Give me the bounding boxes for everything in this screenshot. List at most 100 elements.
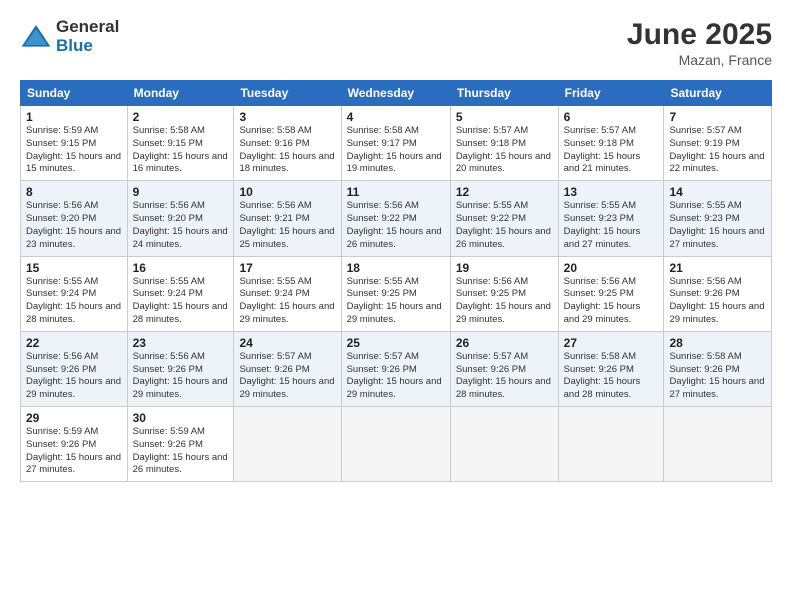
month-title: June 2025 <box>627 18 772 52</box>
table-row: 5 Sunrise: 5:57 AMSunset: 9:18 PMDayligh… <box>450 106 558 181</box>
day-number: 27 <box>564 336 659 350</box>
col-saturday: Saturday <box>664 81 772 106</box>
logo-icon <box>20 21 52 53</box>
day-info: Sunrise: 5:59 AMSunset: 9:26 PMDaylight:… <box>133 426 229 477</box>
table-row: 28 Sunrise: 5:58 AMSunset: 9:26 PMDaylig… <box>664 331 772 406</box>
table-row: 12 Sunrise: 5:55 AMSunset: 9:22 PMDaylig… <box>450 181 558 256</box>
day-info: Sunrise: 5:57 AMSunset: 9:26 PMDaylight:… <box>456 351 553 402</box>
logo: General Blue <box>20 18 119 55</box>
day-number: 25 <box>347 336 445 350</box>
table-row: 21 Sunrise: 5:56 AMSunset: 9:26 PMDaylig… <box>664 256 772 331</box>
table-row: 22 Sunrise: 5:56 AMSunset: 9:26 PMDaylig… <box>21 331 128 406</box>
empty-cell <box>450 407 558 482</box>
header: General Blue June 2025 Mazan, France <box>20 18 772 68</box>
table-row: 9 Sunrise: 5:56 AMSunset: 9:20 PMDayligh… <box>127 181 234 256</box>
day-info: Sunrise: 5:55 AMSunset: 9:23 PMDaylight:… <box>669 200 766 251</box>
day-info: Sunrise: 5:58 AMSunset: 9:15 PMDaylight:… <box>133 125 229 176</box>
table-row: 26 Sunrise: 5:57 AMSunset: 9:26 PMDaylig… <box>450 331 558 406</box>
day-number: 17 <box>239 261 335 275</box>
day-number: 4 <box>347 110 445 124</box>
week-row: 22 Sunrise: 5:56 AMSunset: 9:26 PMDaylig… <box>21 331 772 406</box>
day-number: 7 <box>669 110 766 124</box>
day-info: Sunrise: 5:59 AMSunset: 9:15 PMDaylight:… <box>26 125 122 176</box>
day-info: Sunrise: 5:55 AMSunset: 9:24 PMDaylight:… <box>239 276 335 327</box>
table-row: 14 Sunrise: 5:55 AMSunset: 9:23 PMDaylig… <box>664 181 772 256</box>
table-row: 27 Sunrise: 5:58 AMSunset: 9:26 PMDaylig… <box>558 331 664 406</box>
day-info: Sunrise: 5:55 AMSunset: 9:25 PMDaylight:… <box>347 276 445 327</box>
day-number: 1 <box>26 110 122 124</box>
table-row: 20 Sunrise: 5:56 AMSunset: 9:25 PMDaylig… <box>558 256 664 331</box>
day-number: 3 <box>239 110 335 124</box>
calendar-table: Sunday Monday Tuesday Wednesday Thursday… <box>20 80 772 482</box>
day-info: Sunrise: 5:58 AMSunset: 9:16 PMDaylight:… <box>239 125 335 176</box>
day-info: Sunrise: 5:59 AMSunset: 9:26 PMDaylight:… <box>26 426 122 477</box>
day-info: Sunrise: 5:57 AMSunset: 9:18 PMDaylight:… <box>564 125 659 176</box>
day-number: 22 <box>26 336 122 350</box>
table-row: 18 Sunrise: 5:55 AMSunset: 9:25 PMDaylig… <box>341 256 450 331</box>
day-number: 16 <box>133 261 229 275</box>
day-number: 21 <box>669 261 766 275</box>
day-number: 8 <box>26 185 122 199</box>
empty-cell <box>234 407 341 482</box>
table-row: 3 Sunrise: 5:58 AMSunset: 9:16 PMDayligh… <box>234 106 341 181</box>
col-friday: Friday <box>558 81 664 106</box>
day-number: 18 <box>347 261 445 275</box>
day-number: 2 <box>133 110 229 124</box>
day-info: Sunrise: 5:58 AMSunset: 9:26 PMDaylight:… <box>669 351 766 402</box>
day-number: 30 <box>133 411 229 425</box>
col-wednesday: Wednesday <box>341 81 450 106</box>
day-number: 26 <box>456 336 553 350</box>
day-info: Sunrise: 5:58 AMSunset: 9:26 PMDaylight:… <box>564 351 659 402</box>
day-info: Sunrise: 5:56 AMSunset: 9:20 PMDaylight:… <box>133 200 229 251</box>
table-row: 16 Sunrise: 5:55 AMSunset: 9:24 PMDaylig… <box>127 256 234 331</box>
day-info: Sunrise: 5:58 AMSunset: 9:17 PMDaylight:… <box>347 125 445 176</box>
table-row: 7 Sunrise: 5:57 AMSunset: 9:19 PMDayligh… <box>664 106 772 181</box>
day-info: Sunrise: 5:57 AMSunset: 9:26 PMDaylight:… <box>347 351 445 402</box>
table-row: 17 Sunrise: 5:55 AMSunset: 9:24 PMDaylig… <box>234 256 341 331</box>
col-monday: Monday <box>127 81 234 106</box>
empty-cell <box>341 407 450 482</box>
day-info: Sunrise: 5:56 AMSunset: 9:21 PMDaylight:… <box>239 200 335 251</box>
location: Mazan, France <box>627 52 772 68</box>
day-number: 15 <box>26 261 122 275</box>
day-info: Sunrise: 5:55 AMSunset: 9:23 PMDaylight:… <box>564 200 659 251</box>
day-number: 20 <box>564 261 659 275</box>
day-info: Sunrise: 5:56 AMSunset: 9:26 PMDaylight:… <box>669 276 766 327</box>
col-tuesday: Tuesday <box>234 81 341 106</box>
day-number: 23 <box>133 336 229 350</box>
day-number: 6 <box>564 110 659 124</box>
table-row: 25 Sunrise: 5:57 AMSunset: 9:26 PMDaylig… <box>341 331 450 406</box>
table-row: 10 Sunrise: 5:56 AMSunset: 9:21 PMDaylig… <box>234 181 341 256</box>
day-info: Sunrise: 5:56 AMSunset: 9:25 PMDaylight:… <box>456 276 553 327</box>
day-number: 19 <box>456 261 553 275</box>
table-row: 29 Sunrise: 5:59 AMSunset: 9:26 PMDaylig… <box>21 407 128 482</box>
table-row: 11 Sunrise: 5:56 AMSunset: 9:22 PMDaylig… <box>341 181 450 256</box>
day-number: 5 <box>456 110 553 124</box>
day-number: 28 <box>669 336 766 350</box>
title-block: June 2025 Mazan, France <box>627 18 772 68</box>
table-row: 19 Sunrise: 5:56 AMSunset: 9:25 PMDaylig… <box>450 256 558 331</box>
col-thursday: Thursday <box>450 81 558 106</box>
week-row: 8 Sunrise: 5:56 AMSunset: 9:20 PMDayligh… <box>21 181 772 256</box>
day-info: Sunrise: 5:56 AMSunset: 9:20 PMDaylight:… <box>26 200 122 251</box>
table-row: 30 Sunrise: 5:59 AMSunset: 9:26 PMDaylig… <box>127 407 234 482</box>
day-info: Sunrise: 5:57 AMSunset: 9:26 PMDaylight:… <box>239 351 335 402</box>
day-number: 10 <box>239 185 335 199</box>
day-number: 14 <box>669 185 766 199</box>
header-row: Sunday Monday Tuesday Wednesday Thursday… <box>21 81 772 106</box>
day-info: Sunrise: 5:55 AMSunset: 9:24 PMDaylight:… <box>133 276 229 327</box>
logo-blue: Blue <box>56 37 119 56</box>
day-number: 12 <box>456 185 553 199</box>
empty-cell <box>664 407 772 482</box>
table-row: 15 Sunrise: 5:55 AMSunset: 9:24 PMDaylig… <box>21 256 128 331</box>
logo-text: General Blue <box>56 18 119 55</box>
day-number: 9 <box>133 185 229 199</box>
day-info: Sunrise: 5:55 AMSunset: 9:24 PMDaylight:… <box>26 276 122 327</box>
day-info: Sunrise: 5:56 AMSunset: 9:26 PMDaylight:… <box>26 351 122 402</box>
day-info: Sunrise: 5:56 AMSunset: 9:26 PMDaylight:… <box>133 351 229 402</box>
table-row: 8 Sunrise: 5:56 AMSunset: 9:20 PMDayligh… <box>21 181 128 256</box>
table-row: 4 Sunrise: 5:58 AMSunset: 9:17 PMDayligh… <box>341 106 450 181</box>
col-sunday: Sunday <box>21 81 128 106</box>
calendar-page: General Blue June 2025 Mazan, France Sun… <box>0 0 792 612</box>
table-row: 24 Sunrise: 5:57 AMSunset: 9:26 PMDaylig… <box>234 331 341 406</box>
